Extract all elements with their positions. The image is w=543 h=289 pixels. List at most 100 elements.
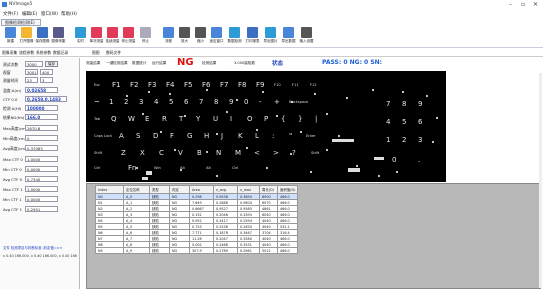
table-header-row: Index 定位名称 类型 判定 Area x_avg x_max 周长(D) 面积值(D) — [95, 185, 299, 194]
param-label: Min CTF 1 — [3, 197, 22, 202]
param-value[interactable]: 0.2951 — [25, 206, 58, 212]
defect-marker — [160, 131, 162, 133]
toolbar-button-1[interactable]: 打开图像 — [18, 27, 35, 47]
menu-bar: 文件(F) 编辑(E) 窗口(W) 帮助(H) — [0, 10, 543, 18]
toolbar-button-17[interactable]: 输入设置 — [298, 27, 315, 47]
toolbar-button-5[interactable]: 单次测量 — [88, 27, 105, 47]
time-b-input[interactable]: 3 — [40, 77, 53, 83]
defect-marker — [266, 167, 268, 169]
toolbar-button-2[interactable]: 保存图像 — [34, 27, 51, 47]
param-value[interactable]: 100000 — [25, 105, 58, 111]
defect-marker — [169, 93, 171, 95]
toolbar-button-9[interactable]: 流程 — [160, 27, 177, 47]
key-label: Y — [196, 115, 201, 123]
numpad-key-label: 6 — [418, 118, 423, 126]
param-value[interactable]: 2670.8 — [25, 125, 58, 131]
time-a-input[interactable]: 23 — [25, 77, 38, 83]
toolbar-button-7[interactable]: 停止测量 — [120, 27, 137, 47]
param-value[interactable]: 0.0000 — [25, 166, 58, 172]
tab-image[interactable]: 图图 — [92, 50, 100, 56]
image-view[interactable]: Esc F1 F2 F3 F4 F5 F6 F7 F8 F9 F10 F11 F12 ~1 2 3 4 5 6 7 8 9… — [86, 71, 446, 182]
key-label: F11 — [292, 83, 299, 87]
key-label: Q — [111, 115, 117, 123]
param-value[interactable]: 0 — [25, 135, 58, 141]
defect-marker — [226, 111, 228, 113]
column-header[interactable]: Index — [95, 185, 124, 194]
column-header[interactable]: 判定 — [169, 185, 190, 194]
param-value[interactable]: 1.0000 — [25, 186, 58, 192]
toolbar-button-8[interactable]: 停止 — [137, 27, 154, 47]
toolbar-button-14[interactable]: 打印报表 — [244, 27, 261, 47]
param-value[interactable]: 0.0000 — [25, 196, 58, 202]
numpad-key-label: . — [418, 156, 421, 164]
param-value[interactable]: 0.37083 — [25, 145, 58, 151]
key-label: J — [221, 132, 224, 140]
toolbar-button-15[interactable]: 导出图片 — [262, 27, 279, 47]
camera-icon — [53, 27, 64, 38]
menu-window[interactable]: 窗口(W) — [41, 11, 58, 17]
tab-data-file[interactable]: 数码文件 — [106, 50, 121, 56]
key-label: { — [281, 115, 286, 123]
menu-help[interactable]: 帮助(H) — [61, 11, 77, 17]
subtab-capture[interactable]: 图像采集 — [2, 50, 17, 56]
column-header[interactable]: x_avg — [213, 185, 238, 194]
toolbar-button-11[interactable]: 缩小 — [192, 27, 209, 47]
key-label: S — [136, 132, 141, 140]
menu-edit[interactable]: 编辑(E) — [22, 11, 37, 17]
numpad-key-label: 7 — [386, 100, 391, 108]
key-label: O — [247, 115, 253, 123]
results-table-area: Index 定位名称 类型 判定 Area x_avg x_max 周长(D) 面积值(D) N0… — [86, 183, 541, 289]
toolbar-button-3[interactable]: 图像采集 — [50, 27, 67, 47]
column-header[interactable]: 面积值(D) — [276, 185, 299, 194]
defect-marker — [142, 113, 144, 115]
column-header[interactable]: 周长(D) — [259, 185, 278, 194]
toolbar-button-10[interactable]: 放大 — [176, 27, 193, 47]
ribbon-tab[interactable]: 图像检测检测(E) — [1, 19, 41, 26]
table-cell: 5012 — [259, 247, 278, 254]
scan-input[interactable]: 3000 — [25, 61, 43, 67]
key-label: L — [255, 132, 259, 140]
param-value[interactable]: 0.2658,0.1483 — [25, 96, 67, 102]
column-header[interactable]: Area — [189, 185, 214, 194]
defect-marker — [216, 133, 218, 135]
table-row[interactable]: N9 A_9 缺陷 NG 307.9 0.2789 0.2961 5012 466.0 — [95, 247, 299, 254]
param-row: 结果NG(fm) 166.0 — [3, 114, 79, 121]
close-button[interactable]: ✕ — [533, 1, 538, 8]
param-value[interactable]: 0.02658 — [25, 87, 58, 93]
zoom-out-icon — [195, 27, 206, 38]
size-height-input[interactable]: 400 — [40, 69, 53, 75]
status-item: 运行结果 — [152, 61, 167, 65]
key-label: F — [170, 132, 175, 140]
vertical-scrollbar[interactable] — [539, 73, 542, 288]
save-param-button[interactable]: 保存 — [45, 61, 58, 67]
param-value[interactable]: 0.7340 — [25, 176, 58, 182]
maximize-button[interactable]: ▫ — [521, 1, 525, 8]
toolbar-button-12[interactable]: 适应窗口 — [208, 27, 225, 47]
key-label: 5 — [169, 98, 174, 106]
table-cell: 缺陷 — [149, 247, 170, 254]
toolbar-button-0[interactable]: 新建 — [2, 27, 19, 47]
menu-file[interactable]: 文件(F) — [3, 11, 18, 17]
subtab-flow[interactable]: 流程参数 — [19, 50, 34, 56]
key-label: F8 — [238, 81, 247, 89]
parameter-panel: 测试次数 3000 保存 视窗 3001 400 测量时间 23 3 温度:A(… — [0, 58, 80, 289]
scan-label: 测试次数 — [3, 62, 19, 67]
column-header[interactable]: x_max — [237, 185, 260, 194]
toolbar-button-6[interactable]: 连续测量 — [104, 27, 121, 47]
param-value[interactable]: 1.0000 — [25, 156, 58, 162]
toolbar-button-16[interactable]: 导出数据 — [280, 27, 297, 47]
status-bar: 测量结果 一键检测结果 数据统计 运行结果 NG 检测结果 3.000缺陷数 状… — [84, 57, 543, 68]
column-header[interactable]: 定位名称 — [123, 185, 150, 194]
toolbar-button-13[interactable]: 数据检测 — [226, 27, 243, 47]
key-label: 9 — [229, 98, 234, 106]
defect-marker — [378, 175, 380, 177]
subtab-records[interactable]: 数据记录 — [53, 50, 68, 56]
status-item: 检测结果 — [202, 61, 217, 65]
defect-marker — [314, 93, 316, 95]
column-header[interactable]: 类型 — [149, 185, 170, 194]
minimize-button[interactable]: – — [509, 1, 512, 8]
subtab-system[interactable]: 系统参数 — [36, 50, 51, 56]
param-value[interactable]: 166.0 — [25, 114, 58, 120]
toolbar-button-4[interactable]: 实时 — [72, 27, 89, 47]
size-width-input[interactable]: 3001 — [25, 69, 38, 75]
